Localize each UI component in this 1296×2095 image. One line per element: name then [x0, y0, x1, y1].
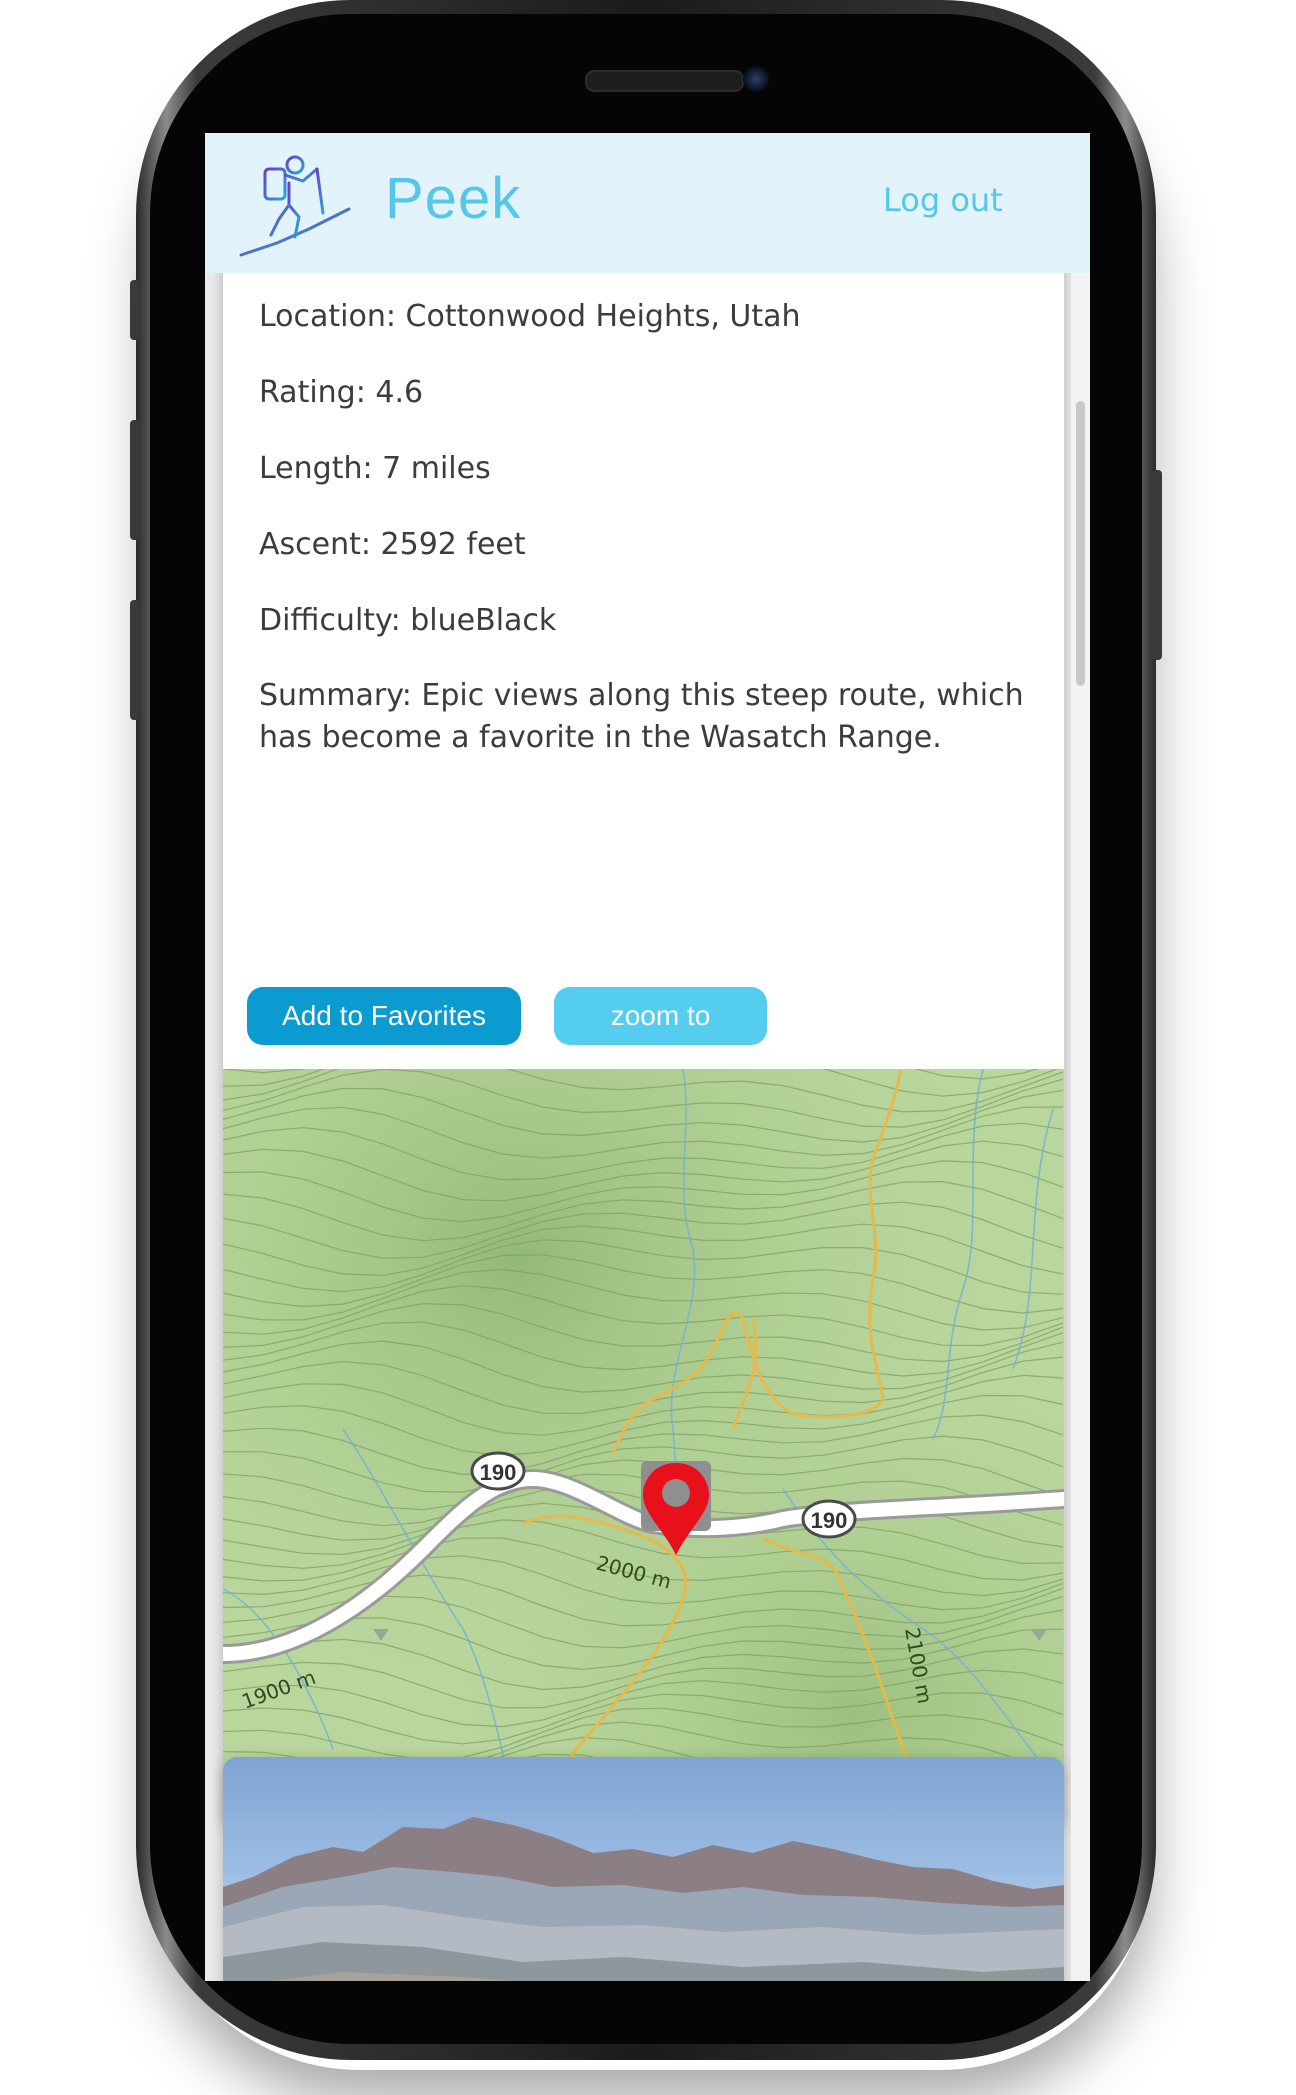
volume-down-button: [130, 600, 140, 720]
trail-card: Location: Cottonwood Heights, Utah Ratin…: [223, 253, 1064, 1827]
route-shield-right: 190: [801, 1499, 857, 1539]
map-canvas: 190 190 2000 m 2100 m 1900 m: [223, 1069, 1064, 1827]
trail-ascent: Ascent: 2592 feet: [259, 527, 526, 562]
silent-switch: [130, 280, 140, 340]
add-to-favorites-button[interactable]: Add to Favorites: [247, 987, 521, 1045]
zoom-to-button[interactable]: zoom to: [554, 987, 767, 1045]
power-button: [1152, 470, 1162, 660]
front-camera: [743, 66, 769, 92]
hiker-icon: [239, 155, 351, 257]
trail-summary: Summary: Epic views along this steep rou…: [259, 678, 1024, 755]
scrollbar-thumb[interactable]: [1076, 401, 1085, 686]
volume-up-button: [130, 420, 140, 540]
logout-link[interactable]: Log out: [883, 181, 1003, 219]
mountain-image: [223, 1817, 1064, 1981]
route-shield-left-label: 190: [480, 1460, 517, 1485]
trail-length: Length: 7 miles: [259, 451, 491, 486]
app-header: Peek Log out: [205, 133, 1090, 273]
topo-map[interactable]: 190 190 2000 m 2100 m 1900 m: [223, 1069, 1064, 1827]
trail-difficulty: Difficulty: blueBlack: [259, 603, 557, 638]
brand-name: Peek: [385, 166, 522, 231]
trail-location: Location: Cottonwood Heights, Utah: [259, 299, 801, 334]
trail-photo: [223, 1757, 1064, 1981]
route-shield-left: 190: [470, 1451, 526, 1491]
trail-details: Location: Cottonwood Heights, Utah Ratin…: [259, 295, 1039, 791]
route-shield-right-label: 190: [811, 1508, 848, 1533]
earpiece-speaker: [585, 70, 744, 92]
app-screen: Peek Log out Location: Cottonwood Height…: [205, 133, 1090, 1981]
trail-rating: Rating: 4.6: [259, 375, 424, 410]
